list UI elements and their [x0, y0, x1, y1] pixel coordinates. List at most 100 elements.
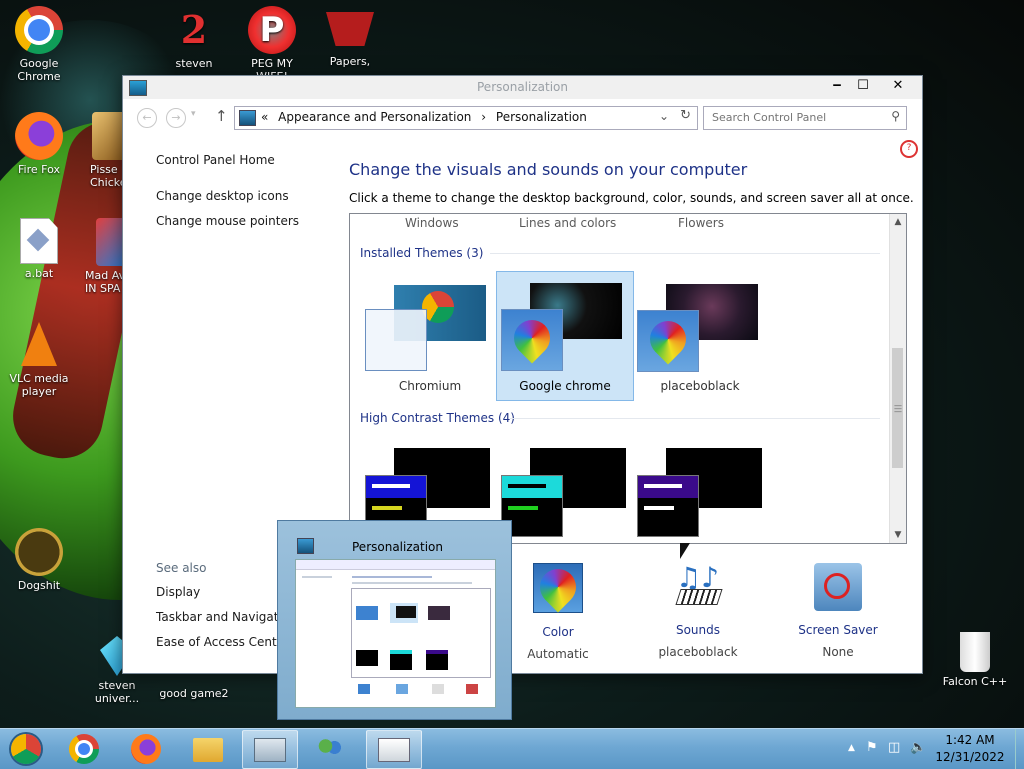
clock-date: 12/31/2022 [935, 750, 1005, 764]
flag-icon[interactable]: ⚑ [866, 740, 878, 755]
forward-button[interactable]: → [166, 108, 186, 128]
back-button[interactable]: ← [137, 108, 157, 128]
desktop-icon-dogshit[interactable]: Dogshit [2, 528, 76, 592]
section-divider [490, 253, 880, 254]
control-panel-home-link[interactable]: Control Panel Home [156, 153, 275, 167]
desktop-icon-label: a.bat [24, 267, 54, 280]
firefox-icon [15, 112, 63, 160]
color-label: Color [542, 625, 574, 639]
preview-mini-icon [432, 684, 444, 694]
desktop-icon-vlc[interactable]: VLC media player [2, 322, 76, 398]
color-fan-icon [532, 561, 584, 613]
taskbar-control-panel[interactable] [366, 730, 422, 769]
close-button[interactable]: ✕ [884, 76, 912, 96]
sounds-button[interactable]: Sounds placeboblack [638, 561, 758, 659]
volume-icon[interactable]: 🔈 [910, 740, 926, 755]
search-icon[interactable]: ⚲ [891, 109, 900, 123]
high-contrast-themes-header: High Contrast Themes (4) [360, 411, 515, 425]
themes-list[interactable]: Windows Lines and colors Flowers Install… [349, 213, 907, 544]
desktop-icon-mad-av[interactable]: Mad Av IN SPA [82, 218, 126, 295]
address-bar[interactable]: « Appearance and Personalization › Perso… [234, 106, 698, 130]
taskbar-explorer[interactable] [182, 730, 236, 767]
theme-label-lines-and-colors[interactable]: Lines and colors [519, 216, 616, 230]
change-desktop-icons-link[interactable]: Change desktop icons [156, 189, 289, 203]
color-fan-icon [642, 313, 694, 365]
breadcrumb-overflow[interactable]: « [261, 110, 268, 124]
theme-label-windows[interactable]: Windows [405, 216, 459, 230]
scroll-up-icon[interactable]: ▲ [890, 214, 906, 230]
show-hidden-icons-icon[interactable]: ▲ [848, 743, 855, 753]
theme-high-contrast-3[interactable] [634, 436, 770, 543]
desktop-icon-papers[interactable]: Papers, [313, 6, 387, 68]
up-arrow-icon[interactable]: ↑ [215, 107, 228, 125]
desktop-icon-steven[interactable]: 2 steven [157, 6, 231, 70]
desktop-icon-peg-my-wife[interactable]: P PEG MY WIFE! [235, 6, 309, 83]
theme-google-chrome[interactable]: Google chrome [496, 271, 634, 401]
monitor-icon [254, 738, 286, 762]
page-description: Click a theme to change the desktop back… [349, 191, 914, 205]
search-input[interactable] [710, 110, 884, 125]
help-icon[interactable]: ? [900, 140, 918, 158]
theme-placeboblack[interactable]: placeboblack [632, 272, 768, 400]
theme-color-thumbnail [637, 475, 699, 537]
theme-color-thumbnail [637, 310, 699, 372]
desktop-icon-label: Papers, [329, 55, 371, 68]
preview-mini-icon [466, 684, 478, 694]
preview-title: Personalization [352, 540, 443, 554]
preview-mini-theme [356, 606, 378, 620]
themes-scrollbar[interactable]: ▲ — — — ▼ [889, 214, 906, 543]
breadcrumb-separator[interactable]: › [481, 110, 486, 124]
preview-mini-theme [428, 606, 450, 620]
theme-color-thumbnail [501, 309, 563, 371]
maximize-button[interactable]: ☐ [849, 76, 877, 96]
display-link[interactable]: Display [156, 585, 200, 599]
desktop-icon-firefox[interactable]: Fire Fox [2, 112, 76, 176]
breadcrumb-appearance[interactable]: Appearance and Personalization [278, 110, 471, 124]
desktop-icon-label: steven univer... [94, 679, 140, 705]
taskbar-thumbnail-preview[interactable]: Personalization [277, 520, 512, 720]
taskbar-chrome[interactable] [58, 730, 112, 767]
taskbar-navigation-link[interactable]: Taskbar and Navigation [156, 610, 297, 624]
screen-saver-button[interactable]: Screen Saver None [778, 563, 898, 659]
sounds-value: placeboblack [658, 645, 738, 659]
chevron-down-icon[interactable]: ⌄ [659, 109, 669, 123]
desktop-icon-falcon-cpp[interactable]: Falcon C++ [938, 632, 1012, 688]
sounds-icon [674, 561, 722, 611]
search-box[interactable]: ⚲ [703, 106, 907, 130]
desktop-icon-label: Google Chrome [17, 57, 61, 83]
start-orb-icon [11, 734, 41, 764]
theme-high-contrast-2[interactable] [498, 436, 634, 543]
breadcrumb-personalization[interactable]: Personalization [496, 110, 587, 124]
desktop-icon-label: Fire Fox [18, 163, 60, 176]
refresh-icon[interactable]: ↻ [680, 108, 691, 123]
color-button[interactable]: Color Automatic [498, 561, 618, 661]
screen-saver-icon [814, 563, 862, 611]
start-button[interactable] [0, 730, 54, 767]
title-bar[interactable]: Personalization ‒ ☐ ✕ [123, 76, 922, 100]
taskbar-resource-monitor[interactable] [242, 730, 298, 769]
clock[interactable]: 1:42 AM 12/31/2022 [930, 732, 1010, 766]
recycle-bin-icon [960, 632, 990, 672]
show-desktop-button[interactable] [1015, 729, 1024, 769]
personalization-window[interactable]: Personalization ‒ ☐ ✕ ← → ▾ ↑ « Appearan… [122, 75, 923, 674]
window-title: Personalization [477, 80, 568, 94]
network-icon[interactable]: ◫ [888, 740, 900, 755]
steven-icon: 2 [180, 7, 208, 52]
theme-label-flowers[interactable]: Flowers [678, 216, 724, 230]
mouse-cursor-icon [680, 543, 690, 559]
scroll-down-icon[interactable]: ▼ [890, 527, 906, 543]
desktop-icon-a-bat[interactable]: a.bat [2, 218, 76, 280]
taskbar-people[interactable] [304, 730, 358, 767]
chrome-icon [69, 734, 99, 764]
taskbar-firefox[interactable] [120, 730, 174, 767]
theme-color-thumbnail [365, 309, 427, 371]
recent-pages-icon[interactable]: ▾ [191, 109, 196, 119]
desktop-icon-chrome[interactable]: Google Chrome [2, 6, 76, 83]
change-mouse-pointers-link[interactable]: Change mouse pointers [156, 214, 299, 228]
theme-chromium[interactable]: Chromium [362, 272, 498, 400]
minimize-button[interactable]: ‒ [823, 76, 851, 96]
ease-of-access-link[interactable]: Ease of Access Center [156, 635, 289, 649]
peggle-icon: P [248, 6, 296, 54]
desktop-icon-pisse-chicke[interactable]: Pisse Chicke [82, 112, 127, 189]
falcon-cpp-icon [15, 528, 63, 576]
